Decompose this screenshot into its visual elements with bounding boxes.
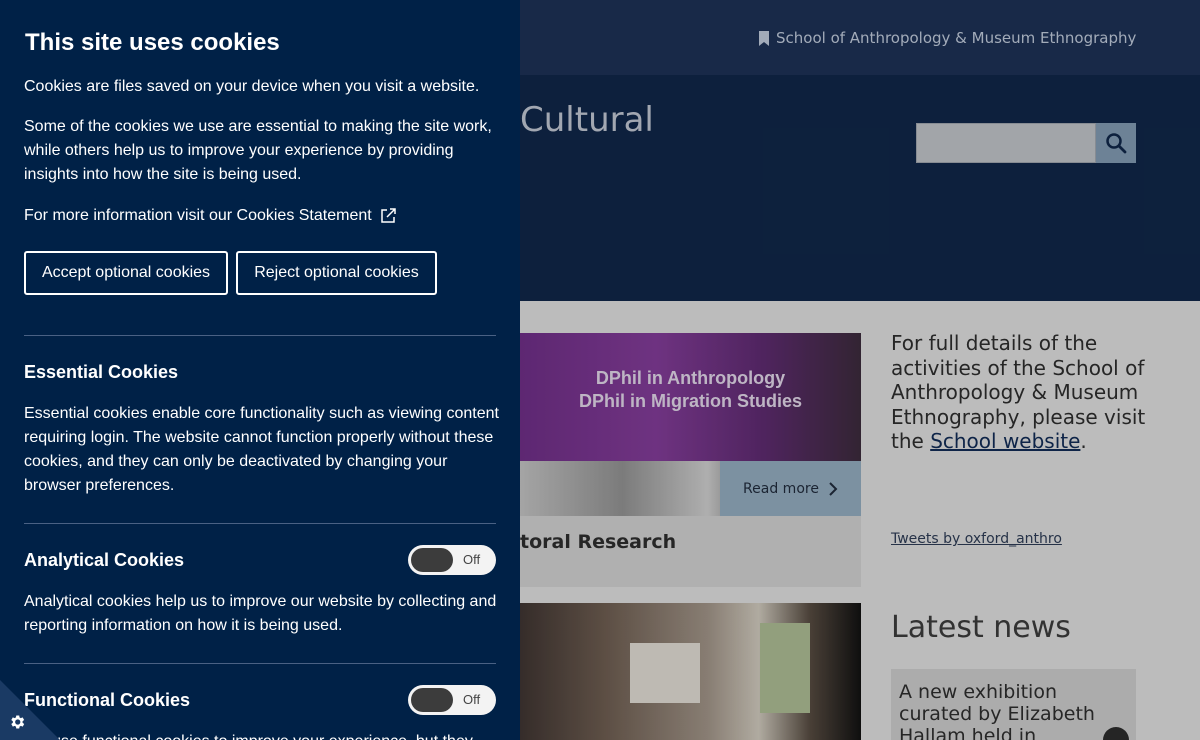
- banner-line-2: DPhil in Migration Studies: [578, 391, 802, 411]
- toggle-state-label: Off: [463, 552, 481, 567]
- latest-news-heading: Latest news: [891, 610, 1071, 645]
- functional-cookies-toggle[interactable]: Off: [408, 685, 496, 715]
- search-icon: [1106, 133, 1127, 154]
- news-arrow-icon[interactable]: [1103, 727, 1129, 740]
- search-button[interactable]: [1096, 123, 1136, 163]
- cookie-title: This site uses cookies: [25, 29, 280, 56]
- cookies-statement-label: For more information visit our Cookies S…: [24, 207, 372, 224]
- news-item-text: A new exhibition curated by Elizabeth Ha…: [899, 681, 1095, 740]
- news-item[interactable]: A new exhibition curated by Elizabeth Ha…: [891, 669, 1136, 740]
- essential-cookies-description: Essential cookies enable core functional…: [24, 405, 499, 494]
- school-link[interactable]: School of Anthropology & Museum Ethnogra…: [758, 28, 1136, 48]
- search-input[interactable]: [916, 123, 1096, 163]
- analytical-cookies-heading: Analytical Cookies: [24, 550, 185, 570]
- essential-cookies-heading: Essential Cookies: [24, 362, 179, 382]
- course-card[interactable]: DPhil in Anthropology DPhil in Migration…: [520, 333, 861, 587]
- divider: [24, 523, 496, 524]
- school-website-link[interactable]: School website: [930, 429, 1080, 453]
- gear-icon[interactable]: [8, 713, 26, 731]
- read-more-button[interactable]: Read more: [720, 461, 861, 516]
- read-more-label: Read more: [743, 480, 819, 497]
- accept-optional-cookies-button[interactable]: Accept optional cookies: [24, 251, 228, 295]
- cookie-panel: This site uses cookies Cookies are files…: [0, 0, 520, 740]
- toggle-knob: [411, 688, 453, 712]
- reject-optional-cookies-button[interactable]: Reject optional cookies: [236, 251, 437, 295]
- divider: [24, 663, 496, 664]
- sidebar-info: For full details of the activities of th…: [891, 331, 1146, 453]
- analytical-cookies-description: Analytical cookies help us to improve ou…: [24, 593, 497, 634]
- cookies-statement-link[interactable]: For more information visit our Cookies S…: [24, 207, 396, 225]
- cookie-detail: Some of the cookies we use are essential…: [24, 118, 492, 183]
- analytical-cookies-toggle[interactable]: Off: [408, 545, 496, 575]
- toggle-knob: [411, 548, 453, 572]
- toggle-state-label: Off: [463, 692, 481, 707]
- divider: [24, 335, 496, 336]
- cookie-intro: Cookies are files saved on your device w…: [24, 78, 480, 95]
- school-link-label: School of Anthropology & Museum Ethnogra…: [776, 29, 1137, 47]
- site-title: Cultural: [520, 100, 654, 140]
- museum-interior-image[interactable]: [520, 603, 861, 740]
- banner-line-1: DPhil in Anthropology: [595, 368, 786, 388]
- external-link-icon: [380, 208, 396, 223]
- bookmark-icon: [759, 30, 769, 46]
- chevron-right-icon: [829, 481, 838, 496]
- course-banner-image: DPhil in Anthropology DPhil in Migration…: [520, 333, 861, 516]
- functional-cookies-description: We use functional cookies to improve you…: [24, 730, 499, 740]
- functional-cookies-heading: Functional Cookies: [24, 690, 191, 710]
- tweets-link[interactable]: Tweets by oxford_anthro: [891, 531, 1062, 547]
- course-card-title[interactable]: toral Research: [520, 531, 676, 553]
